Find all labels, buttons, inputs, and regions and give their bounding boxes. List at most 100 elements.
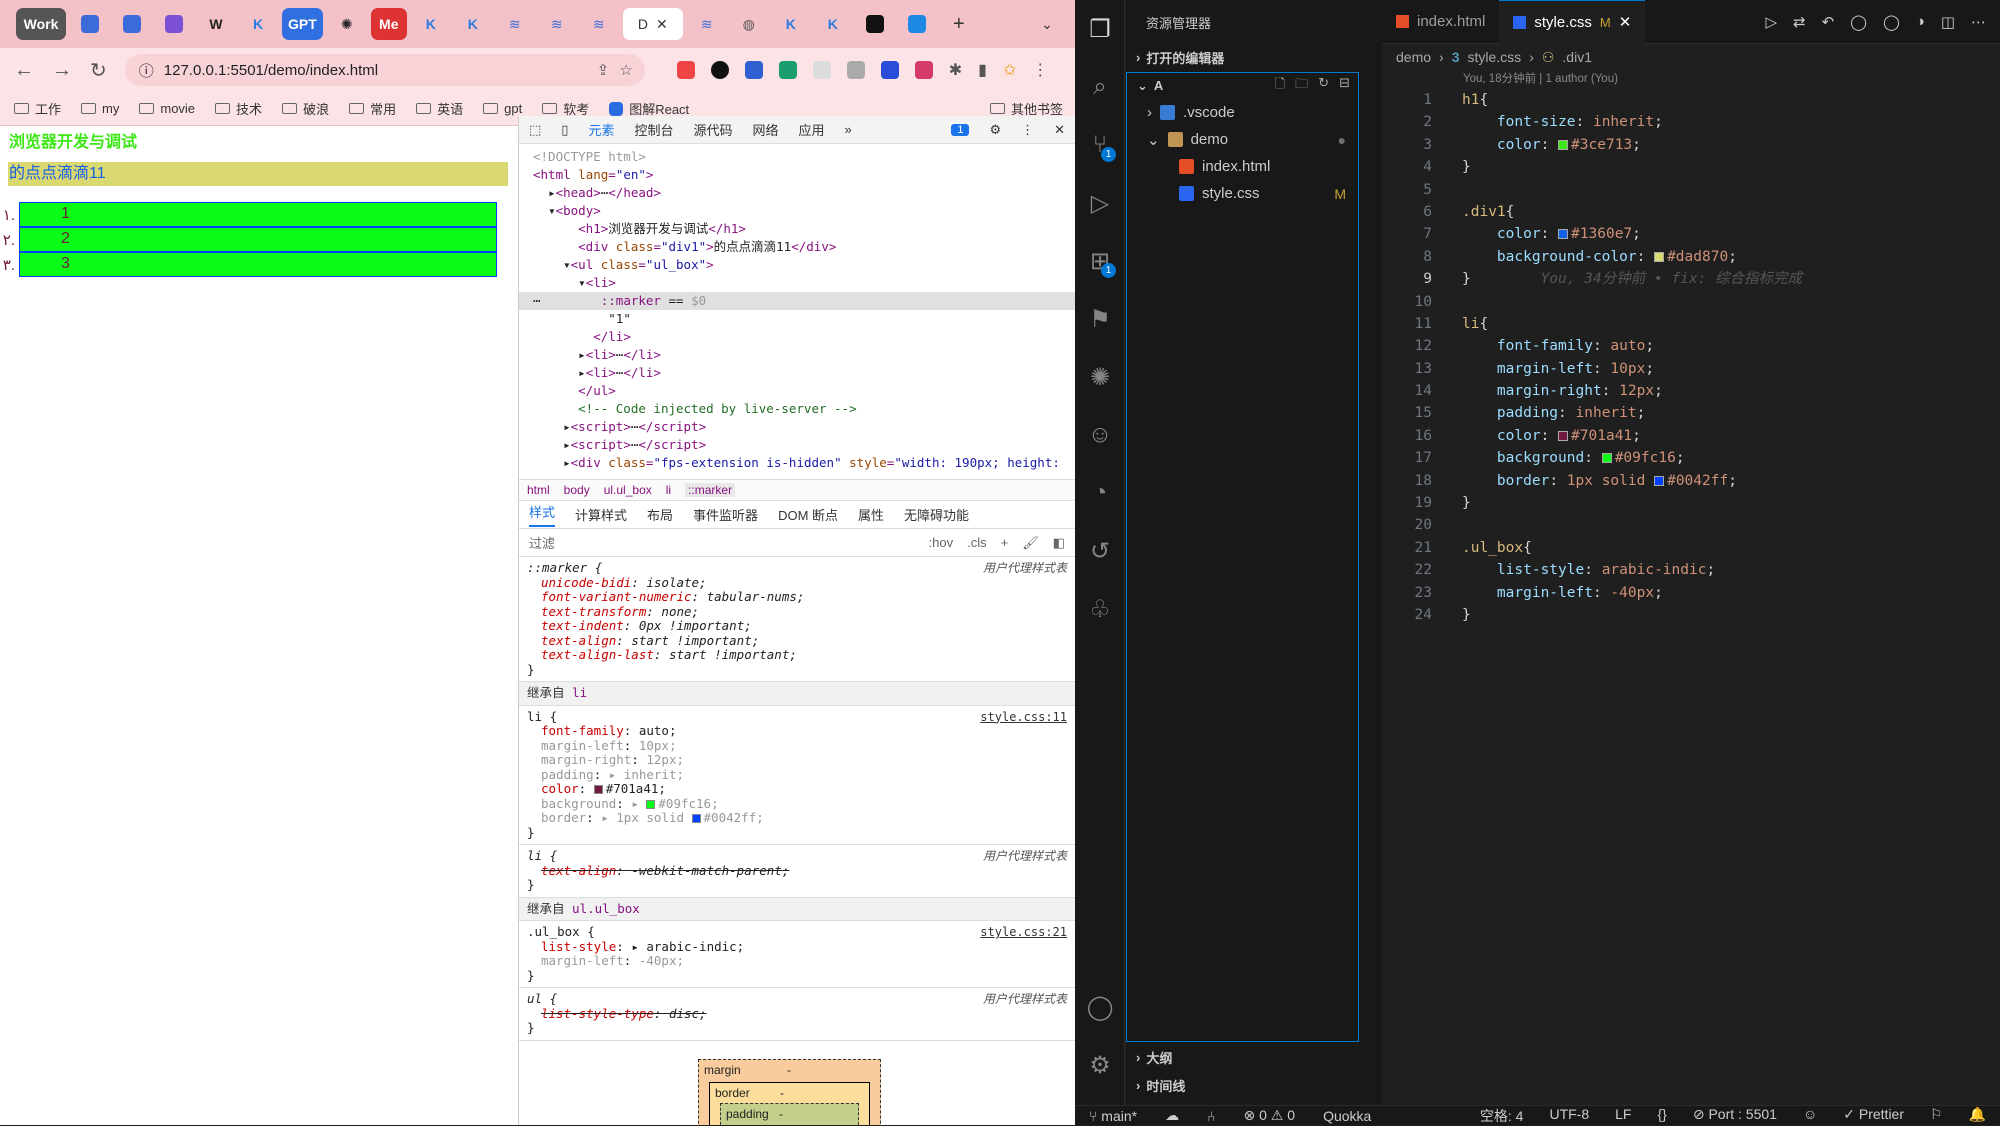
tab-openai[interactable]: ✺ [329,8,365,40]
color-swatch[interactable] [691,814,701,823]
bookmark-folder[interactable]: movie [139,101,195,116]
style-prop[interactable]: margin-left: -40px; [527,953,1067,969]
problems-status[interactable]: ⊗ 0 ⚠ 0 [1244,1107,1296,1124]
dom-line-selected[interactable]: ⋯ ::marker == $0 [519,292,1075,310]
quokka-status[interactable]: Quokka [1323,1108,1371,1124]
extensions-icon[interactable]: ⊞ 1 [1075,232,1125,290]
subtab-accessibility[interactable]: 无障碍功能 [904,505,969,524]
encoding-status[interactable]: UTF-8 [1549,1106,1589,1126]
inherited-tag[interactable]: li [572,685,587,700]
dom-line[interactable]: <div class="div1">的点点滴滴11</div> [533,238,1075,256]
style-prop[interactable]: text-align-last: start !important; [527,647,1067,663]
dom-line[interactable]: "1" [533,310,1075,328]
gitlens-icon[interactable]: ◔ [1075,464,1125,522]
codelens-blame[interactable]: You, 18分钟前 | 1 author (You) [1382,70,2000,85]
style-prop[interactable]: text-transform: none; [527,604,1067,620]
extension-icon[interactable] [710,61,729,79]
dom-line[interactable]: ▸<div class="fps-extension is-hidden" st… [533,454,1075,472]
issues-badge[interactable]: 1 [951,123,970,136]
more-icon[interactable]: ⋯ [1971,13,1986,31]
copilot-icon[interactable]: ☺ [1075,406,1125,464]
forward-icon[interactable]: → [52,59,72,82]
color-swatch[interactable] [1654,251,1665,262]
style-prop[interactable]: text-indent: 0px !important; [527,618,1067,634]
feedback-icon[interactable]: ⚐ [1930,1106,1943,1126]
close-icon[interactable]: ✕ [1619,13,1632,31]
bookmark-folder[interactable]: 破浪 [282,99,329,118]
dom-line[interactable]: ▾<ul class="ul_box"> [533,256,1075,274]
tab-network[interactable]: 网络 [753,120,779,139]
tab-active[interactable]: D ✕ [622,8,683,40]
style-prop[interactable]: text-align: start !important; [527,633,1067,649]
extension-icon[interactable] [744,61,763,79]
tab-docs-2[interactable] [114,8,150,40]
style-prop[interactable]: margin-left: 10px; [527,738,1067,754]
crumb[interactable]: ul.ul_box [604,483,652,497]
tab-application[interactable]: 应用 [799,120,825,139]
back-icon[interactable]: ← [14,59,34,82]
tab-stack-4[interactable]: ≋ [689,8,725,40]
style-prop[interactable]: border: ▸ 1px solid #0042ff; [527,810,1067,826]
port-status[interactable]: ⊘ Port : 5501 [1693,1106,1777,1126]
hov-toggle[interactable]: :hov [929,535,954,550]
rule-source-link[interactable]: style.css:11 [980,710,1067,725]
color-swatch[interactable] [646,799,656,809]
tree-item-style-css[interactable]: style.css M [1127,180,1358,207]
cls-toggle[interactable]: .cls [967,535,987,550]
notifications-bell-icon[interactable]: 🔔 [1969,1106,1986,1126]
tab-translate[interactable] [899,8,935,40]
extension-icon[interactable] [778,61,797,79]
language-braces-icon[interactable]: {} [1657,1106,1666,1126]
source-control-icon[interactable]: ⑂ 1 [1075,116,1125,174]
extension-icon[interactable] [812,61,831,79]
color-swatch[interactable] [1558,139,1569,150]
dom-line[interactable]: ▸<head>⋯</head> [533,184,1075,202]
tab-me[interactable]: Me [370,8,407,40]
color-swatch[interactable] [1654,475,1665,486]
branch-status[interactable]: ⑂ main* [1089,1108,1137,1124]
editor-tab-style-css[interactable]: style.css M ✕ [1499,0,1646,44]
bookmark-folder[interactable]: 技术 [215,99,262,118]
new-tab-button[interactable]: + [941,8,977,40]
address-bar[interactable]: ⓘ 127.0.0.1:5501/demo/index.html ⇪ ☆ [124,54,645,86]
dom-line[interactable]: <!-- Code injected by live-server --> [533,400,1075,418]
dom-line[interactable]: ▸<script>⋯</script> [533,436,1075,454]
tree-item-demo[interactable]: ⌄ demo ● [1127,126,1358,153]
tab-k4[interactable]: K [773,8,809,40]
extension-icon[interactable] [846,61,865,79]
more-tabs-icon[interactable]: » [845,122,852,137]
style-prop[interactable]: text-align: -webkit-match-parent; [527,863,1067,879]
tab-notes[interactable] [156,8,192,40]
prev-change-icon[interactable]: ◯ [1850,13,1867,31]
revert-icon[interactable]: ↶ [1822,13,1835,31]
star-icon[interactable]: ✩ [1003,60,1016,80]
bookmark-folder[interactable]: 常用 [349,99,396,118]
tab-terminal[interactable] [857,8,893,40]
reload-icon[interactable]: ↻ [90,58,107,83]
tab-stack[interactable]: ≋ [497,8,533,40]
dom-line[interactable]: ▾<li> [533,274,1075,292]
style-prop[interactable]: color: #701a41; [527,781,1067,797]
tab-stack-2[interactable]: ≋ [539,8,575,40]
tab-gpt[interactable]: GPT [282,8,323,40]
style-prop[interactable]: list-style-type: disc; [527,1006,1067,1022]
run-debug-icon[interactable]: ▷ [1075,174,1125,232]
add-rule-icon[interactable]: + [1001,535,1009,550]
color-swatch[interactable] [593,785,603,794]
extension-icon[interactable] [914,61,933,79]
subtab-layout[interactable]: 布局 [647,505,673,524]
dom-line[interactable]: </ul> [533,382,1075,400]
style-prop[interactable]: font-variant-numeric: tabular-nums; [527,589,1067,605]
menu-icon[interactable]: ⋮ [1032,60,1048,80]
style-prop[interactable]: unicode-bidi: isolate; [527,575,1067,591]
paint-icon[interactable]: 🖌 [1022,535,1039,551]
breadcrumb-item[interactable]: .div1 [1562,49,1592,65]
share-icon[interactable]: ⇪ [597,61,610,79]
inspect-icon[interactable]: ⬚ [529,122,541,138]
device-toggle-icon[interactable]: ▯ [561,122,568,138]
tab-k2[interactable]: K [413,8,449,40]
workspace-root[interactable]: ⌄ A 🗋 🗀 ↻ ⊟ [1127,73,1358,99]
extension-icon[interactable] [676,61,695,79]
code-editor[interactable]: 1 h1{ 2 font-size: inherit; 3 color: #3ce… [1382,89,2000,626]
close-icon[interactable]: ✕ [656,16,668,33]
